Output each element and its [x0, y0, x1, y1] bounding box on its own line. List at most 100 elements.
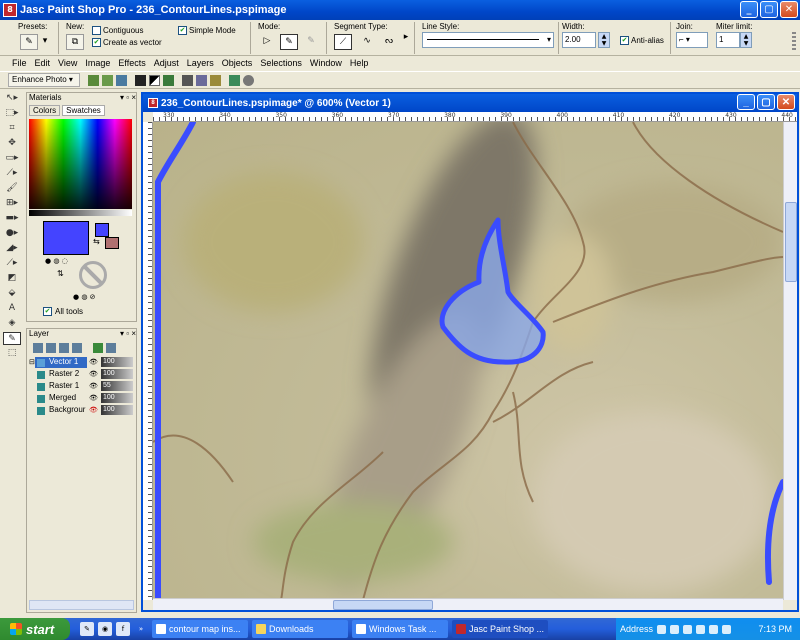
eye-icon[interactable]: 👁: [89, 382, 98, 390]
segment-more-icon[interactable]: ▸: [402, 30, 410, 46]
layer-row[interactable]: Merged 👁 100: [27, 392, 136, 404]
width-input[interactable]: 2.00: [562, 32, 596, 48]
task-downloads[interactable]: Downloads: [252, 620, 348, 638]
antialias-checkbox[interactable]: ✔ Anti-alias: [620, 36, 664, 45]
browser-icon[interactable]: [229, 74, 240, 86]
style-buttons[interactable]: ● ◍ ◌: [45, 257, 68, 265]
task-contour-map[interactable]: contour map ins...: [152, 620, 248, 638]
layer-properties-icon[interactable]: [93, 343, 103, 353]
paint-brush-icon[interactable]: 🖌: [3, 182, 21, 195]
layer-row[interactable]: Raster 1 👁 55: [27, 380, 136, 392]
menu-effects[interactable]: Effects: [114, 56, 149, 71]
layer-opacity[interactable]: 100: [101, 369, 133, 379]
menu-layers[interactable]: Layers: [183, 56, 218, 71]
horizontal-scroll-thumb[interactable]: [333, 600, 433, 610]
horizontal-scrollbar[interactable]: [153, 598, 783, 610]
tray-icon-2[interactable]: [670, 624, 680, 634]
menu-help[interactable]: Help: [346, 56, 373, 71]
eye-icon[interactable]: 👁: [89, 394, 98, 402]
network-icon[interactable]: [722, 624, 732, 634]
materials-window-controls[interactable]: ▾ ▫ ×: [120, 93, 136, 104]
simple-mode-checkbox[interactable]: ✔ Simple Mode: [178, 26, 236, 35]
mode-arrow-icon[interactable]: ▷: [258, 34, 276, 50]
brightness-icon[interactable]: [149, 74, 160, 86]
preset-dropdown-arrow[interactable]: ▾: [40, 34, 50, 50]
menu-adjust[interactable]: Adjust: [150, 56, 183, 71]
mode-pen-icon[interactable]: ✎: [280, 34, 298, 50]
zoom-tool-icon[interactable]: ▭▸: [3, 152, 21, 165]
dropper-tool-icon[interactable]: ⟋▸: [3, 167, 21, 180]
task-paint-shop-pro[interactable]: Jasc Paint Shop ...: [452, 620, 548, 638]
clone-brush-icon[interactable]: ⊞▸: [3, 197, 21, 210]
layer-row[interactable]: Raster 2 👁 100: [27, 368, 136, 380]
one-step-fix-icon[interactable]: [88, 74, 99, 86]
start-button[interactable]: start: [0, 618, 70, 640]
address-toolbar-label[interactable]: Address: [620, 624, 653, 634]
segment-line-icon[interactable]: ⟋: [334, 34, 352, 50]
layer-window-controls[interactable]: ▾ ▫ ×: [120, 329, 136, 340]
eraser-tool-icon[interactable]: ◢▸: [3, 242, 21, 255]
width-spinner[interactable]: ▲ ▼: [598, 32, 610, 48]
close-button[interactable]: ✕: [780, 1, 798, 18]
quicklaunch-more-icon[interactable]: »: [134, 622, 148, 636]
new-vector-layer-icon[interactable]: [46, 343, 56, 353]
minimize-button[interactable]: _: [740, 1, 758, 18]
create-vector-checkbox[interactable]: ✔ Create as vector: [92, 38, 162, 47]
foreground-color-swatch[interactable]: [95, 223, 109, 237]
move-tool-icon[interactable]: ✥: [3, 137, 21, 150]
mode-edit-icon[interactable]: ✎: [302, 34, 320, 50]
tray-icon-4[interactable]: [696, 624, 706, 634]
delete-layer-icon[interactable]: [106, 343, 116, 353]
clarify-icon[interactable]: [163, 74, 174, 86]
contiguous-checkbox[interactable]: Contiguous: [92, 26, 143, 35]
miter-spinner[interactable]: ▲ ▼: [740, 32, 752, 48]
all-tools-checkbox[interactable]: ✔ All tools: [43, 307, 83, 316]
picture-tube-icon[interactable]: ⟋▸: [3, 257, 21, 270]
menu-edit[interactable]: Edit: [31, 56, 55, 71]
maximize-button[interactable]: ▢: [760, 1, 778, 18]
quicklaunch-paint-icon[interactable]: ✎: [80, 622, 94, 636]
color-spectrum[interactable]: [29, 119, 132, 209]
new-raster-layer-icon[interactable]: [33, 343, 43, 353]
tray-icon-3[interactable]: [683, 624, 693, 634]
layer-opacity[interactable]: 100: [101, 393, 133, 403]
quicklaunch-media-icon[interactable]: ◉: [98, 622, 112, 636]
eye-icon[interactable]: 👁: [89, 370, 98, 378]
eye-hidden-icon[interactable]: 👁: [89, 406, 98, 414]
layer-opacity[interactable]: 100: [101, 357, 133, 367]
grayscale-strip[interactable]: [29, 210, 132, 216]
layer-row[interactable]: Backgrour 👁 100: [27, 404, 136, 416]
canvas-drawing[interactable]: [153, 122, 783, 600]
image-minimize-button[interactable]: _: [737, 94, 755, 110]
menu-selections[interactable]: Selections: [256, 56, 306, 71]
pen-tool-icon[interactable]: ✎: [3, 332, 21, 345]
toolbar-grip[interactable]: [792, 32, 796, 52]
menu-image[interactable]: Image: [81, 56, 114, 71]
layer-row[interactable]: ⊟ Vector 1 👁 100: [27, 356, 136, 368]
selection-tool-icon[interactable]: ⬚▸: [3, 107, 21, 120]
segment-curve-icon[interactable]: ∿: [358, 34, 376, 50]
preset-pen-icon[interactable]: ✎: [20, 34, 38, 50]
mask-layer-icon[interactable]: [72, 343, 82, 353]
quicklaunch-flac-icon[interactable]: f: [116, 622, 130, 636]
menu-objects[interactable]: Objects: [218, 56, 257, 71]
warning-icon[interactable]: [210, 74, 221, 86]
menu-file[interactable]: File: [8, 56, 31, 71]
swap-materials-icon[interactable]: ⇅: [57, 269, 64, 278]
tab-colors[interactable]: Colors: [29, 105, 61, 116]
preset-shape-icon[interactable]: ◈: [3, 317, 21, 330]
retouch-tool-icon[interactable]: ▬▸: [3, 212, 21, 225]
image-canvas[interactable]: [153, 122, 783, 600]
image-maximize-button[interactable]: ▢: [757, 94, 775, 110]
volume-icon[interactable]: [709, 624, 719, 634]
gear-icon[interactable]: [243, 74, 254, 86]
tray-icon-1[interactable]: [657, 624, 667, 634]
layer-opacity[interactable]: 55: [101, 381, 133, 391]
join-select[interactable]: ⌐ ▾: [676, 32, 708, 48]
text-tool-icon[interactable]: A: [3, 302, 21, 315]
new-vector-icon[interactable]: ⧉: [66, 34, 84, 50]
eye-icon[interactable]: 👁: [89, 358, 98, 366]
line-style-select[interactable]: ▾: [422, 32, 554, 48]
scan-icon[interactable]: [182, 74, 193, 86]
red-eye-icon[interactable]: [135, 74, 146, 86]
